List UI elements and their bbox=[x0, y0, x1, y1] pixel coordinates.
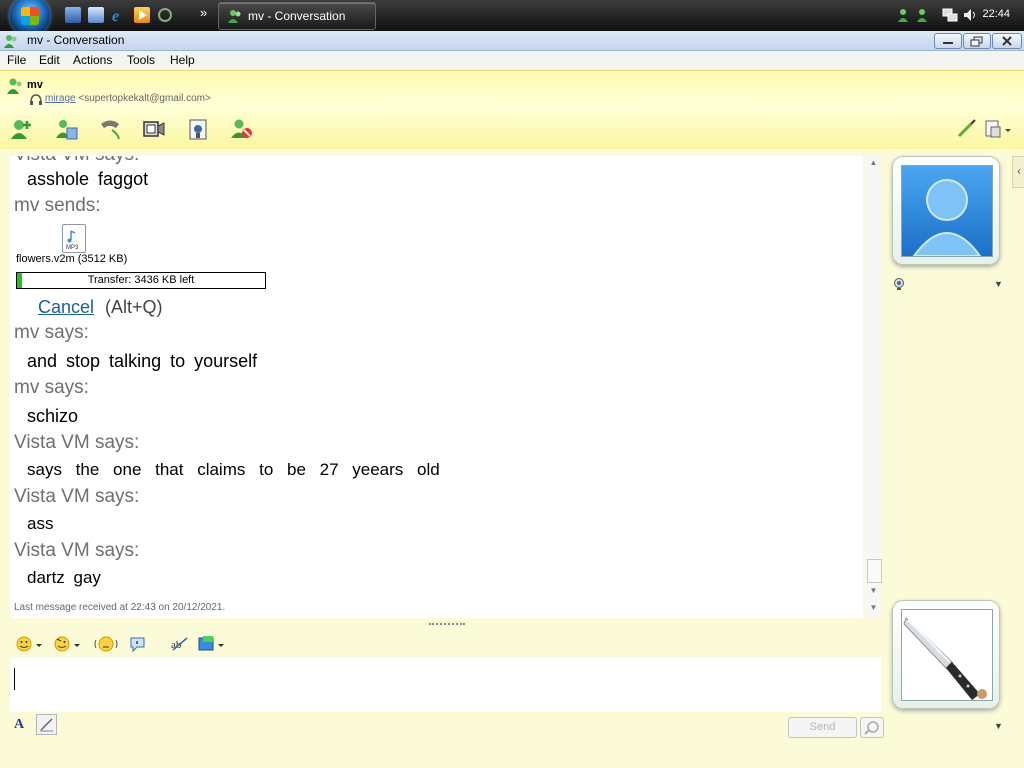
close-icon bbox=[1002, 36, 1012, 46]
message-sender-header: Vista VM says: bbox=[14, 156, 139, 166]
pane-splitter[interactable] bbox=[10, 618, 881, 630]
webcam-icon[interactable] bbox=[893, 277, 905, 291]
message-sender-header: Vista VM says: bbox=[14, 486, 140, 507]
svg-text:e: e bbox=[112, 8, 119, 23]
show-desktop-icon[interactable] bbox=[65, 7, 81, 23]
handwriting-icon[interactable] bbox=[36, 714, 57, 735]
taskbar-window-button[interactable]: mv - Conversation bbox=[218, 2, 376, 30]
mp3-file-icon[interactable]: MP3 bbox=[62, 224, 86, 253]
send-button[interactable]: Send bbox=[788, 717, 857, 738]
voice-clip-icon[interactable] bbox=[128, 635, 148, 653]
contact-picture-dropdown-icon[interactable]: ▼ bbox=[994, 279, 1003, 289]
headset-icon bbox=[29, 93, 43, 105]
message-sender-header: Vista VM says: bbox=[14, 540, 140, 561]
message-text: dartz gay bbox=[27, 568, 101, 587]
restore-button[interactable] bbox=[963, 33, 991, 49]
call-icon[interactable] bbox=[98, 118, 122, 140]
share-files-icon[interactable] bbox=[55, 118, 79, 140]
search-icon bbox=[864, 721, 879, 735]
scroll-thumb[interactable] bbox=[867, 559, 882, 583]
scroll-down-icon[interactable]: ▼ bbox=[866, 586, 881, 598]
transfer-progress-label: Transfer: 3436 KB left bbox=[87, 274, 195, 286]
conversation-history[interactable]: Vista VM says: asshole faggot mv sends: … bbox=[10, 156, 863, 618]
internet-explorer-icon[interactable]: e bbox=[111, 7, 127, 25]
message-text: asshole faggot bbox=[27, 169, 149, 189]
menu-bar: File Edit Actions Tools Help bbox=[0, 51, 1024, 70]
contact-avatar[interactable] bbox=[901, 165, 993, 257]
contact-picture-frame[interactable] bbox=[892, 156, 1000, 265]
activities-icon[interactable] bbox=[187, 118, 211, 140]
my-picture-dropdown-icon[interactable]: ▼ bbox=[994, 721, 1003, 731]
block-contact-icon[interactable] bbox=[230, 118, 254, 140]
font-button[interactable]: A bbox=[14, 717, 24, 733]
switch-windows-icon[interactable] bbox=[88, 7, 104, 23]
wink-icon[interactable] bbox=[53, 635, 83, 653]
transfer-progress-bar: Transfer: 3436 KB left bbox=[16, 272, 266, 289]
taskbar: e » mv - Conversation 22:44 bbox=[0, 0, 1024, 36]
message-input[interactable] bbox=[10, 658, 881, 712]
menu-tools[interactable]: Tools bbox=[127, 53, 155, 67]
window-title: mv - Conversation bbox=[27, 33, 125, 47]
svg-text:ab: ab bbox=[171, 639, 182, 651]
scroll-end-icon[interactable]: ▼ bbox=[866, 603, 881, 615]
history-scrollbar[interactable]: ▲ ▼ ▼ bbox=[866, 156, 882, 618]
conversation-header: mv mirage <supertopkekalt@gmail.com> bbox=[0, 70, 1024, 149]
close-button[interactable] bbox=[992, 33, 1022, 49]
network-icon[interactable] bbox=[942, 7, 958, 23]
nudge-icon[interactable] bbox=[93, 635, 119, 653]
contact-email: <supertopkekalt@gmail.com> bbox=[78, 93, 211, 104]
message-text: says the one that claims to be 27 yeears… bbox=[27, 460, 440, 479]
message-sender-header: mv sends: bbox=[14, 195, 101, 216]
message-text: schizo bbox=[27, 406, 79, 426]
messenger-quicklaunch-icon[interactable] bbox=[157, 7, 173, 23]
volume-icon[interactable] bbox=[962, 7, 978, 23]
messenger-buddy-icon bbox=[3, 33, 19, 48]
menu-edit[interactable]: Edit bbox=[39, 53, 60, 67]
scroll-up-icon[interactable]: ▲ bbox=[866, 158, 881, 170]
contact-nickname[interactable]: mirage bbox=[45, 93, 76, 104]
contact-details: mirage <supertopkekalt@gmail.com> bbox=[45, 93, 211, 104]
contact-name: mv bbox=[27, 79, 43, 91]
restore-icon bbox=[970, 36, 983, 47]
messenger-tray-icon[interactable] bbox=[897, 7, 913, 23]
menu-help[interactable]: Help bbox=[170, 53, 195, 67]
taskbar-window-label: mv - Conversation bbox=[248, 9, 346, 23]
cancel-shortcut: (Alt+Q) bbox=[105, 297, 163, 317]
paint-brush-icon[interactable] bbox=[955, 118, 979, 140]
clock[interactable]: 22:44 bbox=[982, 8, 1010, 20]
media-player-icon[interactable] bbox=[134, 7, 150, 23]
minimize-icon bbox=[943, 42, 953, 44]
contact-status-icon bbox=[6, 77, 24, 95]
messenger-status-tray-icon[interactable] bbox=[914, 7, 930, 23]
text-caret bbox=[14, 668, 15, 690]
last-message-status: Last message received at 22:43 on 20/12/… bbox=[14, 602, 226, 613]
search-button[interactable] bbox=[860, 717, 884, 738]
file-name: flowers.v2m (3512 KB) bbox=[16, 253, 128, 265]
cancel-transfer-link[interactable]: Cancel bbox=[38, 297, 94, 318]
my-avatar[interactable] bbox=[901, 609, 993, 701]
splitter-grip[interactable] bbox=[429, 623, 465, 627]
message-sender-header: Vista VM says: bbox=[14, 432, 140, 453]
display-options-icon[interactable] bbox=[983, 118, 1013, 140]
quicklaunch-more-icon[interactable]: » bbox=[200, 5, 207, 20]
minimize-button[interactable] bbox=[934, 33, 962, 49]
message-sender-header: mv says: bbox=[14, 377, 89, 398]
spell-check-icon[interactable]: ab bbox=[170, 635, 190, 653]
menu-file[interactable]: File bbox=[7, 53, 26, 67]
menu-actions[interactable]: Actions bbox=[73, 53, 112, 67]
invite-contact-icon[interactable] bbox=[10, 118, 34, 140]
messenger-buddy-icon bbox=[227, 8, 243, 24]
emoticon-icon[interactable] bbox=[15, 635, 45, 653]
collapse-panel-button[interactable]: ‹ bbox=[1012, 156, 1024, 188]
message-text: ass bbox=[27, 514, 54, 533]
window-titlebar[interactable]: mv - Conversation bbox=[0, 31, 1024, 51]
message-sender-header: mv says: bbox=[14, 322, 89, 343]
video-icon[interactable] bbox=[142, 118, 166, 140]
message-text: and stop talking to yourself bbox=[27, 351, 258, 371]
background-icon[interactable] bbox=[197, 635, 227, 653]
file-icon-label: MP3 bbox=[66, 245, 79, 251]
my-picture-frame[interactable] bbox=[892, 600, 1000, 709]
